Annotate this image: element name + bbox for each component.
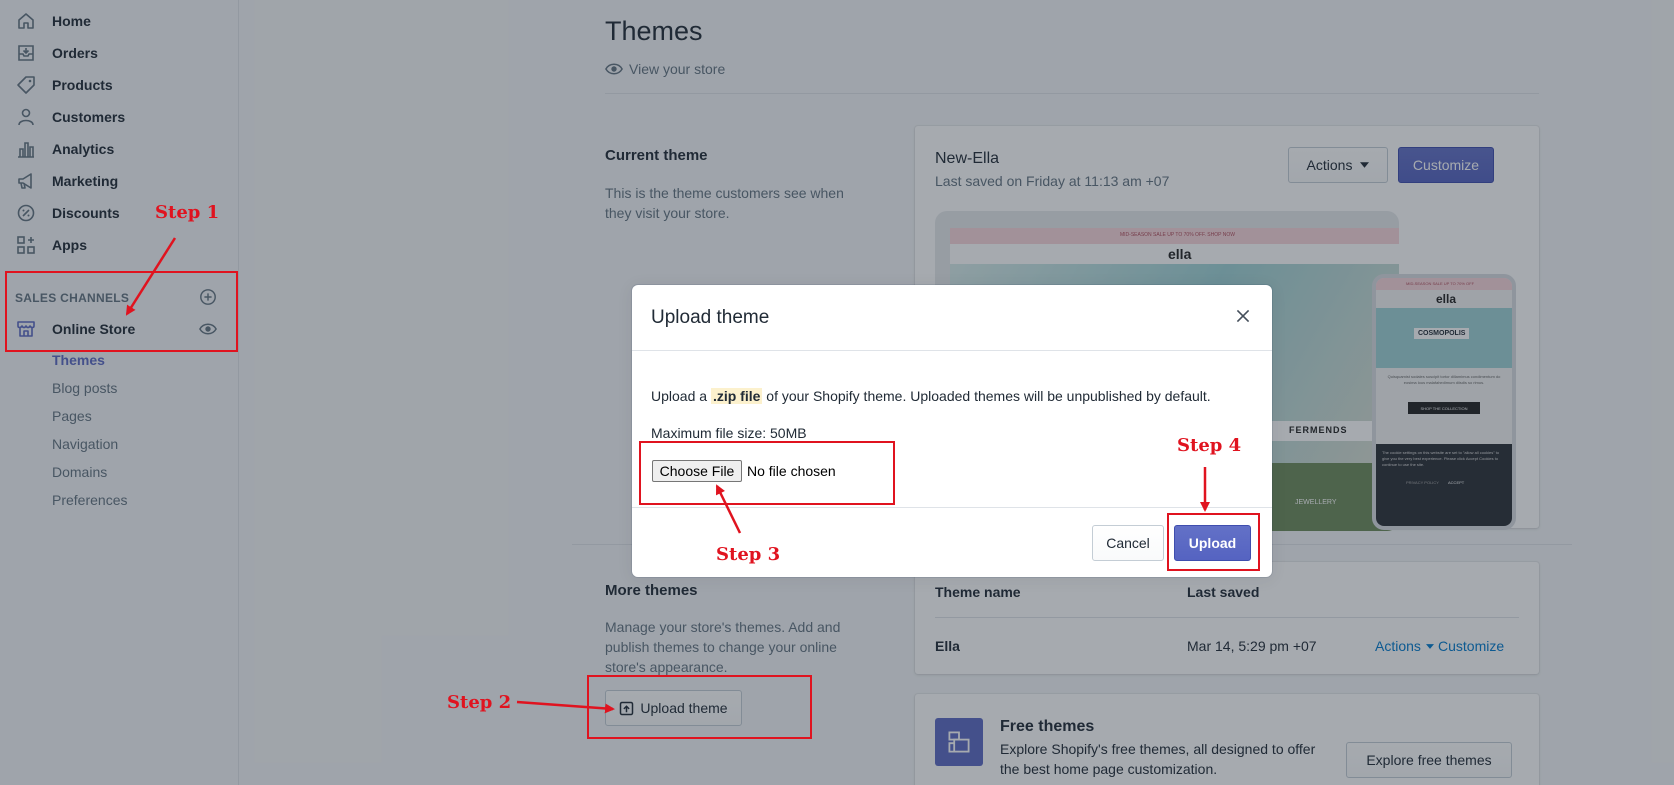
step2-highlight xyxy=(587,675,812,739)
modal-description: Upload a .zip file of your Shopify theme… xyxy=(651,388,1211,404)
step4-highlight xyxy=(1167,513,1260,571)
modal-title: Upload theme xyxy=(651,307,770,328)
modal-footer-divider xyxy=(632,507,1272,508)
close-icon[interactable] xyxy=(1230,303,1256,329)
step2-label: Step 2 xyxy=(447,692,512,713)
modal-header-divider xyxy=(632,350,1272,351)
step3-highlight xyxy=(639,441,895,505)
modal-text-highlight: .zip file xyxy=(710,388,763,404)
step4-label: Step 4 xyxy=(1177,435,1242,456)
step1-label: Step 1 xyxy=(155,202,220,223)
modal-text-after: of your Shopify theme. Uploaded themes w… xyxy=(762,388,1211,404)
modal-text-before: Upload a xyxy=(651,388,711,404)
cancel-button[interactable]: Cancel xyxy=(1092,525,1164,561)
step3-label: Step 3 xyxy=(716,544,781,565)
step1-highlight xyxy=(5,271,238,352)
max-file-size: Maximum file size: 50MB xyxy=(651,425,807,441)
